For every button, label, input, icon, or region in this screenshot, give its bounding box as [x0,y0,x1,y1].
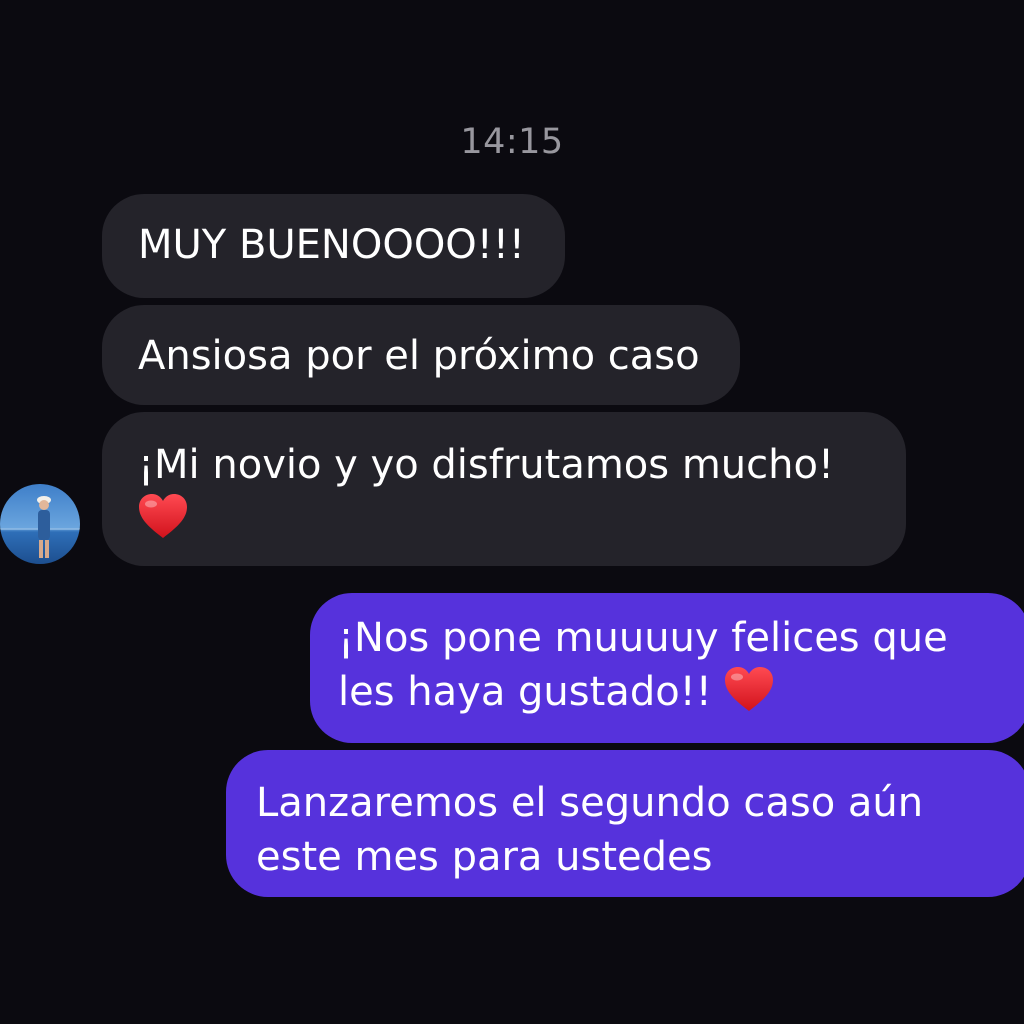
message-text: ¡Nos pone muuuuy felices que les haya gu… [338,611,990,719]
heart-icon [138,494,188,540]
message-text: ¡Mi novio y yo disfrutamos mucho! [138,442,834,488]
outgoing-message-bubble[interactable]: ¡Nos pone muuuuy felices que les haya gu… [310,593,1024,743]
incoming-message-bubble[interactable]: ¡Mi novio y yo disfrutamos mucho! [102,412,906,566]
outgoing-message-bubble[interactable]: Lanzaremos el segundo caso aún este mes … [226,750,1024,897]
incoming-message-bubble[interactable]: Ansiosa por el próximo caso [102,305,740,405]
message-timestamp: 14:15 [460,122,564,162]
avatar[interactable] [0,484,80,564]
message-text-content: ¡Nos pone muuuuy felices que les haya gu… [338,615,948,715]
incoming-message-bubble[interactable]: MUY BUENOOOO!!! [102,194,565,298]
message-text: Lanzaremos el segundo caso aún este mes … [256,780,924,880]
contact-avatar-icon [0,484,80,564]
message-text: Ansiosa por el próximo caso [138,333,700,379]
heart-icon [724,667,774,713]
message-text: MUY BUENOOOO!!! [138,222,525,268]
chat-thread: 14:15 MUY BUENOOOO!!! Ansiosa por el pró… [0,0,1024,1024]
